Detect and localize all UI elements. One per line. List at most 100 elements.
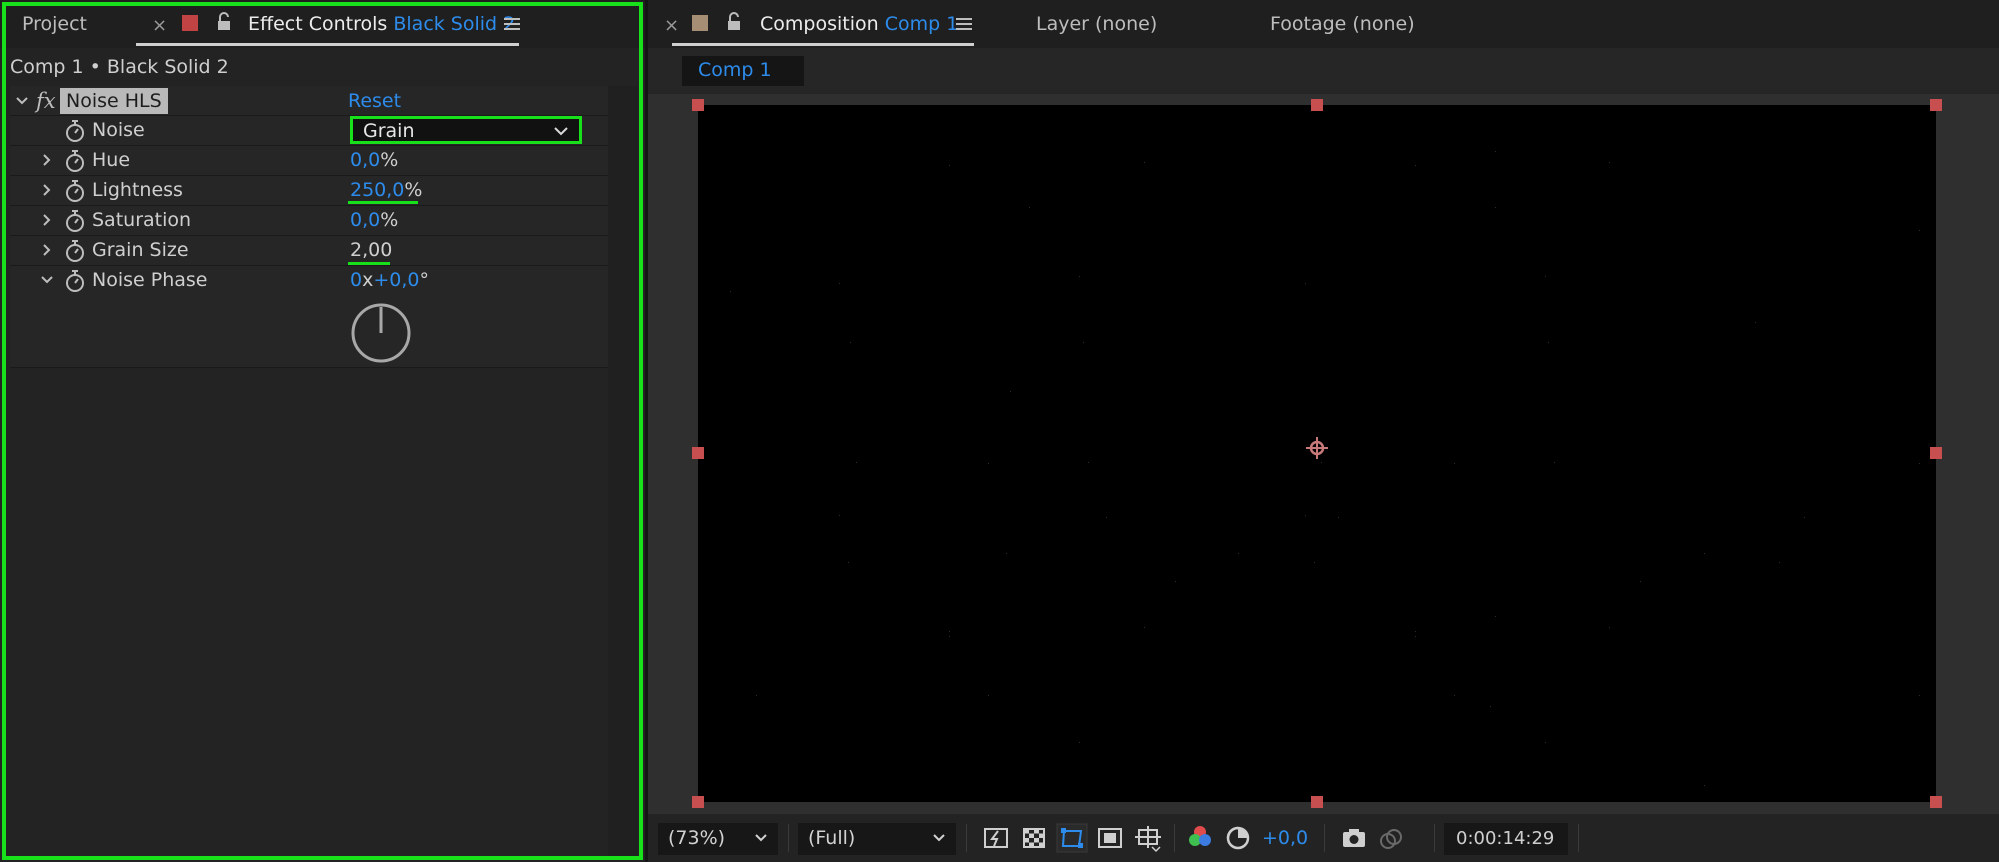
reset-button[interactable]: Reset [348, 90, 401, 112]
unlock-icon[interactable] [726, 12, 742, 32]
anchor-point-icon[interactable] [1305, 436, 1329, 460]
tab-layer[interactable]: Layer (none) [1036, 13, 1157, 35]
angle-dial-icon[interactable] [350, 302, 412, 364]
grain-size-highlight-underline [348, 262, 390, 265]
resolution-value: (Full) [808, 827, 856, 849]
property-label-lightness: Lightness [92, 179, 183, 201]
comp-breadcrumb-button[interactable]: Comp 1 [682, 56, 804, 86]
layer-handle[interactable] [1930, 99, 1942, 111]
noise-type-value: Grain [363, 120, 415, 142]
property-row-grain-size: Grain Size 2,00 [10, 236, 608, 266]
layer-handle[interactable] [1930, 796, 1942, 808]
panel-scrollbar[interactable] [608, 86, 638, 856]
layer-handle[interactable] [1930, 447, 1942, 459]
noise-type-dropdown[interactable]: Grain [350, 116, 582, 144]
effect-name[interactable]: Noise HLS [60, 88, 168, 114]
lightness-value[interactable]: 250,0 [350, 179, 404, 201]
toolbar-separator [788, 824, 789, 852]
hue-value[interactable]: 0,0 [350, 149, 380, 171]
tab-composition-prefix: Composition [760, 13, 879, 35]
tab-composition[interactable]: Composition Comp 1 [760, 13, 958, 35]
toolbar-separator [1174, 824, 1175, 852]
chevron-down-icon[interactable] [14, 92, 30, 110]
mask-path-visibility-icon[interactable] [1056, 823, 1088, 853]
left-tab-bar: Project × Effect Controls Black Solid 2 [0, 0, 645, 48]
chevron-down-icon [755, 834, 767, 842]
comp-color-swatch [692, 15, 708, 31]
comp-layer-path: Comp 1 • Black Solid 2 [10, 56, 229, 78]
toolbar-separator [1324, 824, 1325, 852]
stopwatch-icon[interactable] [64, 239, 86, 263]
saturation-unit: % [380, 209, 399, 231]
exposure-reset-icon[interactable] [1222, 823, 1254, 853]
active-tab-underline [136, 43, 519, 46]
panel-menu-icon[interactable] [956, 18, 972, 30]
layer-color-swatch [182, 15, 198, 31]
layer-handle[interactable] [1311, 796, 1323, 808]
stopwatch-icon[interactable] [64, 119, 86, 143]
property-label-saturation: Saturation [92, 209, 192, 231]
layer-handle[interactable] [692, 99, 704, 111]
magnification-dropdown[interactable]: (73%) [658, 823, 778, 855]
chevron-right-icon[interactable] [40, 210, 54, 230]
property-value-lightness: 250,0% [350, 179, 422, 201]
close-tab-icon[interactable]: × [664, 15, 679, 36]
tab-layer-name: Black Solid 2 [393, 13, 516, 35]
tab-effect-controls-label: Effect Controls [248, 13, 388, 35]
property-value-noise-phase: 0x+0,0° [350, 269, 429, 291]
viewer-toolbar: (73%) (Full) +0,0 0:00:14:29 [648, 814, 1999, 862]
fx-icon[interactable]: fx [36, 89, 56, 113]
property-label-noise-phase: Noise Phase [92, 269, 208, 291]
effect-controls-panel: Project × Effect Controls Black Solid 2 … [0, 0, 645, 862]
resolution-dropdown[interactable]: (Full) [798, 823, 956, 855]
comp-navigator-bar [648, 48, 1999, 94]
property-value-saturation: 0,0% [350, 209, 398, 231]
hue-unit: % [380, 149, 399, 171]
chevron-right-icon[interactable] [40, 150, 54, 170]
chevron-down-icon [554, 127, 568, 136]
lightness-unit: % [404, 179, 423, 201]
tab-effect-controls[interactable]: Effect Controls Black Solid 2 [248, 13, 515, 35]
property-row-lightness: Lightness 250,0% [10, 176, 608, 206]
stopwatch-icon[interactable] [64, 269, 86, 293]
property-row-saturation: Saturation 0,0% [10, 206, 608, 236]
stopwatch-icon[interactable] [64, 209, 86, 233]
grid-guides-icon[interactable] [1132, 823, 1164, 853]
toolbar-separator [966, 824, 967, 852]
panel-menu-icon[interactable] [504, 18, 520, 30]
tab-composition-name: Comp 1 [884, 13, 959, 35]
property-label-hue: Hue [92, 149, 131, 171]
chevron-right-icon[interactable] [40, 240, 54, 260]
rgb-channels-icon[interactable] [1184, 823, 1216, 853]
noise-phase-degrees[interactable]: +0,0 [373, 269, 419, 291]
noise-phase-degree-unit: ° [419, 269, 429, 291]
property-value-hue: 0,0% [350, 149, 398, 171]
property-row-hue: Hue 0,0% [10, 146, 608, 176]
toolbar-separator [1434, 824, 1435, 852]
transparency-grid-icon[interactable] [1018, 823, 1050, 853]
fast-previews-icon[interactable] [980, 823, 1012, 853]
tab-project[interactable]: Project [22, 13, 87, 35]
layer-handle[interactable] [692, 796, 704, 808]
tab-footage[interactable]: Footage (none) [1270, 13, 1415, 35]
current-time-display[interactable]: 0:00:14:29 [1444, 823, 1568, 855]
composition-viewer[interactable] [648, 94, 1999, 814]
saturation-value[interactable]: 0,0 [350, 209, 380, 231]
layer-handle[interactable] [692, 447, 704, 459]
unlock-icon[interactable] [216, 12, 232, 32]
region-of-interest-icon[interactable] [1094, 823, 1126, 853]
chevron-down-icon[interactable] [40, 270, 54, 290]
lightness-highlight-underline [348, 201, 418, 204]
property-row-noise-phase: Noise Phase 0x+0,0° [10, 266, 608, 368]
exposure-value[interactable]: +0,0 [1262, 827, 1308, 849]
layer-handle[interactable] [1311, 99, 1323, 111]
close-tab-icon[interactable]: × [152, 15, 167, 36]
stopwatch-icon[interactable] [64, 149, 86, 173]
chevron-right-icon[interactable] [40, 180, 54, 200]
stopwatch-icon[interactable] [64, 179, 86, 203]
magnification-value: (73%) [668, 827, 726, 849]
camera-snapshot-icon[interactable] [1338, 823, 1370, 853]
noise-phase-revolutions[interactable]: 0 [350, 269, 362, 291]
grain-size-value[interactable]: 2,00 [350, 239, 392, 261]
show-snapshot-icon[interactable] [1376, 823, 1408, 853]
